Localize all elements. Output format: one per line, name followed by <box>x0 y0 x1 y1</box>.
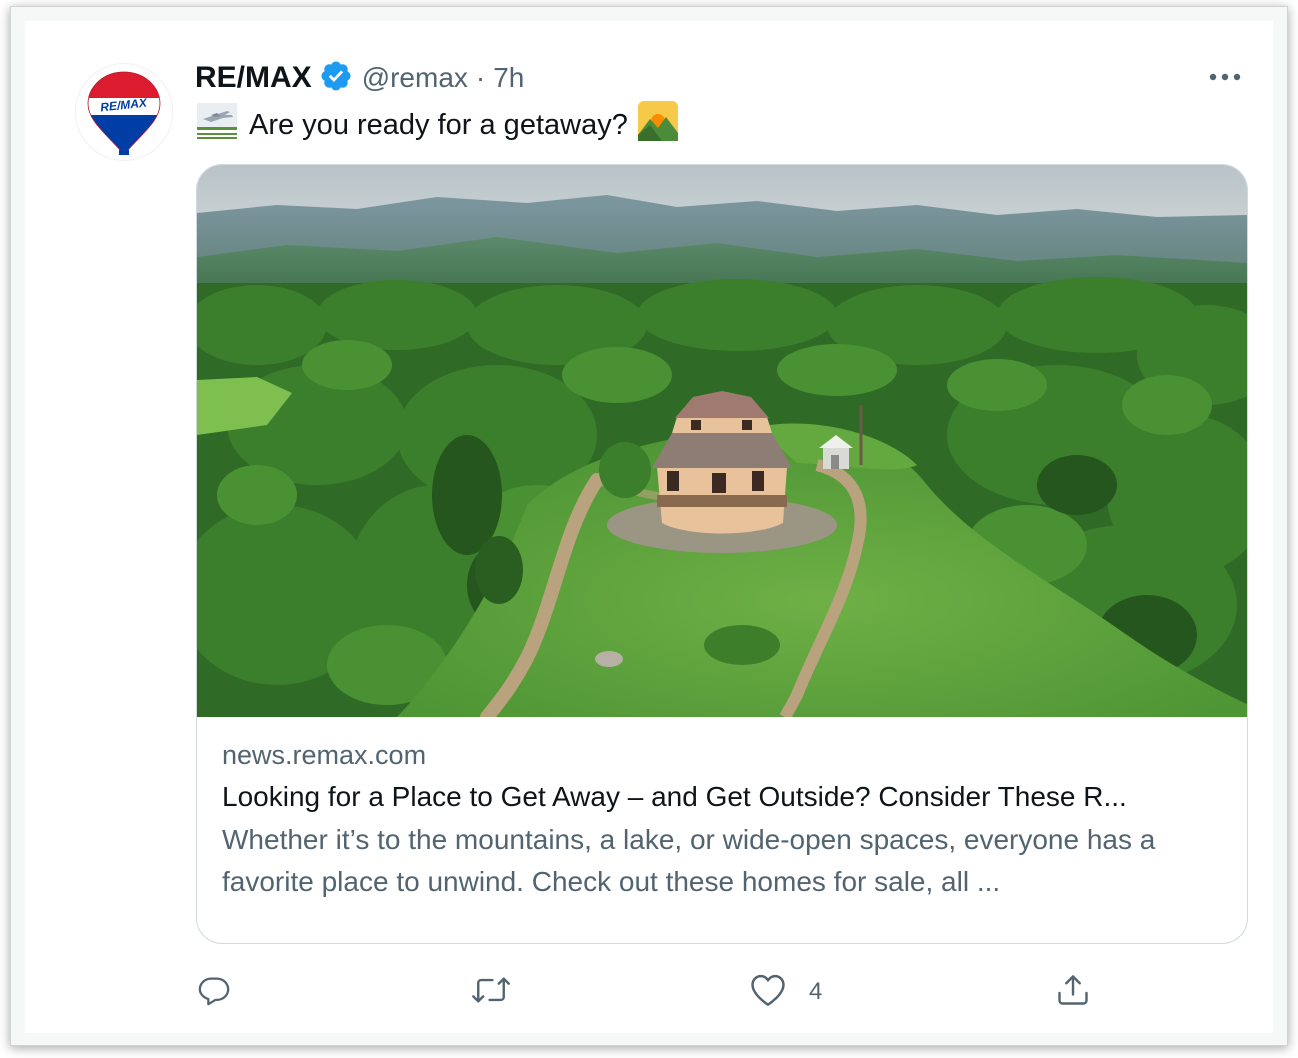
header-separator: · <box>475 62 486 93</box>
share-button[interactable] <box>1055 969 1091 1015</box>
like-count: 4 <box>809 978 823 1005</box>
tweet-timestamp[interactable]: 7h <box>493 62 524 94</box>
aerial-landscape-photo <box>197 165 1247 717</box>
share-icon <box>1055 972 1091 1013</box>
more-options-icon[interactable] <box>1205 69 1245 85</box>
card-title[interactable]: Looking for a Place to Get Away – and Ge… <box>222 775 1222 819</box>
screenshot-frame: RE/MAX RE/MAX @remax · 7h Are you ready … <box>10 6 1288 1046</box>
card-domain[interactable]: news.remax.com <box>222 735 1222 775</box>
card-body: news.remax.com Looking for a Place to Ge… <box>222 735 1222 903</box>
remax-balloon-logo: RE/MAX <box>87 71 161 155</box>
author-handle[interactable]: @remax <box>362 62 468 94</box>
like-button[interactable]: 4 <box>749 969 822 1015</box>
tweet-header: RE/MAX @remax · 7h <box>195 59 524 98</box>
link-preview-card[interactable]: news.remax.com Looking for a Place to Ge… <box>196 164 1248 944</box>
author-name[interactable]: RE/MAX <box>195 61 312 95</box>
airplane-departure-emoji <box>197 103 237 147</box>
heart-icon <box>749 973 787 1012</box>
tweet[interactable]: RE/MAX RE/MAX @remax · 7h Are you ready … <box>25 21 1273 1033</box>
retweet-icon <box>471 973 511 1012</box>
card-image[interactable] <box>197 165 1247 717</box>
reply-button[interactable] <box>197 969 231 1015</box>
tweet-actions: 4 <box>197 969 1097 1015</box>
tweet-text: Are you ready for a getaway? <box>197 101 678 149</box>
verified-badge-icon <box>319 59 353 98</box>
sunrise-over-mountains-emoji <box>637 101 678 149</box>
tweet-text-content: Are you ready for a getaway? <box>249 108 628 141</box>
author-avatar[interactable]: RE/MAX <box>76 64 172 160</box>
card-description: Whether it’s to the mountains, a lake, o… <box>222 824 1156 897</box>
retweet-button[interactable] <box>471 969 511 1015</box>
reply-icon <box>197 973 231 1012</box>
